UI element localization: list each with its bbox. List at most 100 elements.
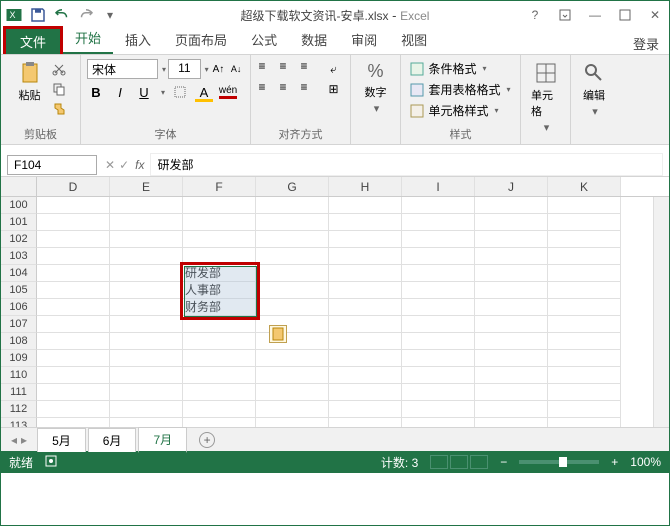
cell[interactable]	[548, 367, 621, 384]
cell[interactable]	[110, 214, 183, 231]
row-header[interactable]: 113	[1, 418, 37, 427]
align-bottom-icon[interactable]: ≡	[301, 59, 319, 75]
wrap-text-icon[interactable]: ⤶	[325, 61, 343, 77]
cell[interactable]	[548, 214, 621, 231]
cell[interactable]	[183, 401, 256, 418]
name-box[interactable]: F104	[7, 155, 97, 175]
cell[interactable]	[475, 350, 548, 367]
cell[interactable]	[37, 418, 110, 427]
cell[interactable]	[256, 197, 329, 214]
minimize-icon[interactable]: —	[585, 5, 605, 25]
cell[interactable]	[37, 248, 110, 265]
row-header[interactable]: 105	[1, 282, 37, 299]
cell[interactable]	[183, 231, 256, 248]
edit-button[interactable]: 编辑 ▾	[578, 59, 610, 120]
zoom-in-icon[interactable]: +	[611, 455, 618, 469]
cell[interactable]	[402, 350, 475, 367]
cell[interactable]	[402, 401, 475, 418]
macro-record-icon[interactable]	[45, 455, 57, 470]
vertical-scrollbar[interactable]	[653, 197, 669, 427]
sheet-tab-5[interactable]: 5月	[37, 428, 86, 452]
bold-button[interactable]: B	[87, 83, 105, 101]
align-center-icon[interactable]: ≡	[280, 80, 298, 96]
cell[interactable]	[475, 367, 548, 384]
cell[interactable]	[329, 197, 402, 214]
cell[interactable]	[37, 333, 110, 350]
cell[interactable]	[329, 265, 402, 282]
underline-button[interactable]: U	[135, 83, 153, 101]
col-header[interactable]: J	[475, 177, 548, 196]
row-header[interactable]: 101	[1, 214, 37, 231]
cell[interactable]	[183, 197, 256, 214]
cell[interactable]	[475, 418, 548, 427]
cell[interactable]	[548, 265, 621, 282]
view-normal-icon[interactable]	[430, 455, 448, 469]
font-name-select[interactable]: 宋体	[87, 59, 158, 79]
cell[interactable]	[256, 367, 329, 384]
cells-button[interactable]: 单元格 ▾	[527, 59, 564, 136]
cell[interactable]	[475, 197, 548, 214]
cell[interactable]	[256, 384, 329, 401]
cell[interactable]	[110, 248, 183, 265]
row-header[interactable]: 103	[1, 248, 37, 265]
cell[interactable]	[402, 197, 475, 214]
format-painter-icon[interactable]	[50, 101, 68, 117]
cell[interactable]	[329, 367, 402, 384]
zoom-level[interactable]: 100%	[630, 455, 661, 469]
close-icon[interactable]: ✕	[645, 5, 665, 25]
cell[interactable]	[329, 350, 402, 367]
paste-options-icon[interactable]	[269, 325, 287, 343]
sheet-tab-7[interactable]: 7月	[138, 427, 187, 453]
cell[interactable]	[402, 282, 475, 299]
col-header[interactable]: D	[37, 177, 110, 196]
fill-color-icon[interactable]: A	[195, 83, 213, 101]
cell[interactable]	[475, 214, 548, 231]
tab-home[interactable]: 开始	[63, 23, 113, 54]
cell[interactable]: 研发部	[183, 265, 256, 282]
col-header[interactable]: E	[110, 177, 183, 196]
cell[interactable]	[329, 316, 402, 333]
cell[interactable]	[183, 350, 256, 367]
font-size-select[interactable]: 11	[168, 59, 201, 79]
row-header[interactable]: 102	[1, 231, 37, 248]
cell[interactable]	[548, 299, 621, 316]
table-format-button[interactable]: 套用表格格式▾	[408, 80, 512, 99]
row-header[interactable]: 106	[1, 299, 37, 316]
help-icon[interactable]: ?	[525, 5, 545, 25]
select-all-corner[interactable]	[1, 177, 37, 196]
row-header[interactable]: 110	[1, 367, 37, 384]
redo-icon[interactable]	[77, 6, 95, 24]
border-icon[interactable]	[171, 83, 189, 101]
qat-dropdown-icon[interactable]: ▾	[101, 6, 119, 24]
cell[interactable]: 财务部	[183, 299, 256, 316]
cell[interactable]	[37, 350, 110, 367]
cell[interactable]	[548, 350, 621, 367]
paste-button[interactable]: 粘贴	[14, 59, 46, 105]
cell[interactable]	[37, 214, 110, 231]
cell[interactable]	[110, 316, 183, 333]
cell[interactable]	[329, 282, 402, 299]
cell[interactable]	[110, 367, 183, 384]
cell[interactable]	[402, 248, 475, 265]
cell[interactable]	[37, 265, 110, 282]
tab-formula[interactable]: 公式	[239, 25, 289, 54]
cell[interactable]	[548, 197, 621, 214]
align-middle-icon[interactable]: ≡	[280, 59, 298, 75]
decrease-font-icon[interactable]: A↓	[228, 60, 244, 78]
login-link[interactable]: 登录	[633, 34, 659, 53]
number-format-button[interactable]: % 数字 ▾	[361, 59, 391, 117]
cell[interactable]	[256, 214, 329, 231]
cell[interactable]	[329, 401, 402, 418]
row-header[interactable]: 111	[1, 384, 37, 401]
cell[interactable]	[183, 418, 256, 427]
cell[interactable]	[183, 384, 256, 401]
cell[interactable]	[110, 401, 183, 418]
cell[interactable]	[256, 350, 329, 367]
cell[interactable]	[110, 299, 183, 316]
undo-icon[interactable]	[53, 6, 71, 24]
cancel-formula-icon[interactable]: ✕	[105, 158, 115, 172]
cell[interactable]	[402, 214, 475, 231]
row-header[interactable]: 108	[1, 333, 37, 350]
spreadsheet-grid[interactable]: D E F G H I J K 100101102103104研发部105人事部…	[1, 177, 669, 427]
italic-button[interactable]: I	[111, 83, 129, 101]
